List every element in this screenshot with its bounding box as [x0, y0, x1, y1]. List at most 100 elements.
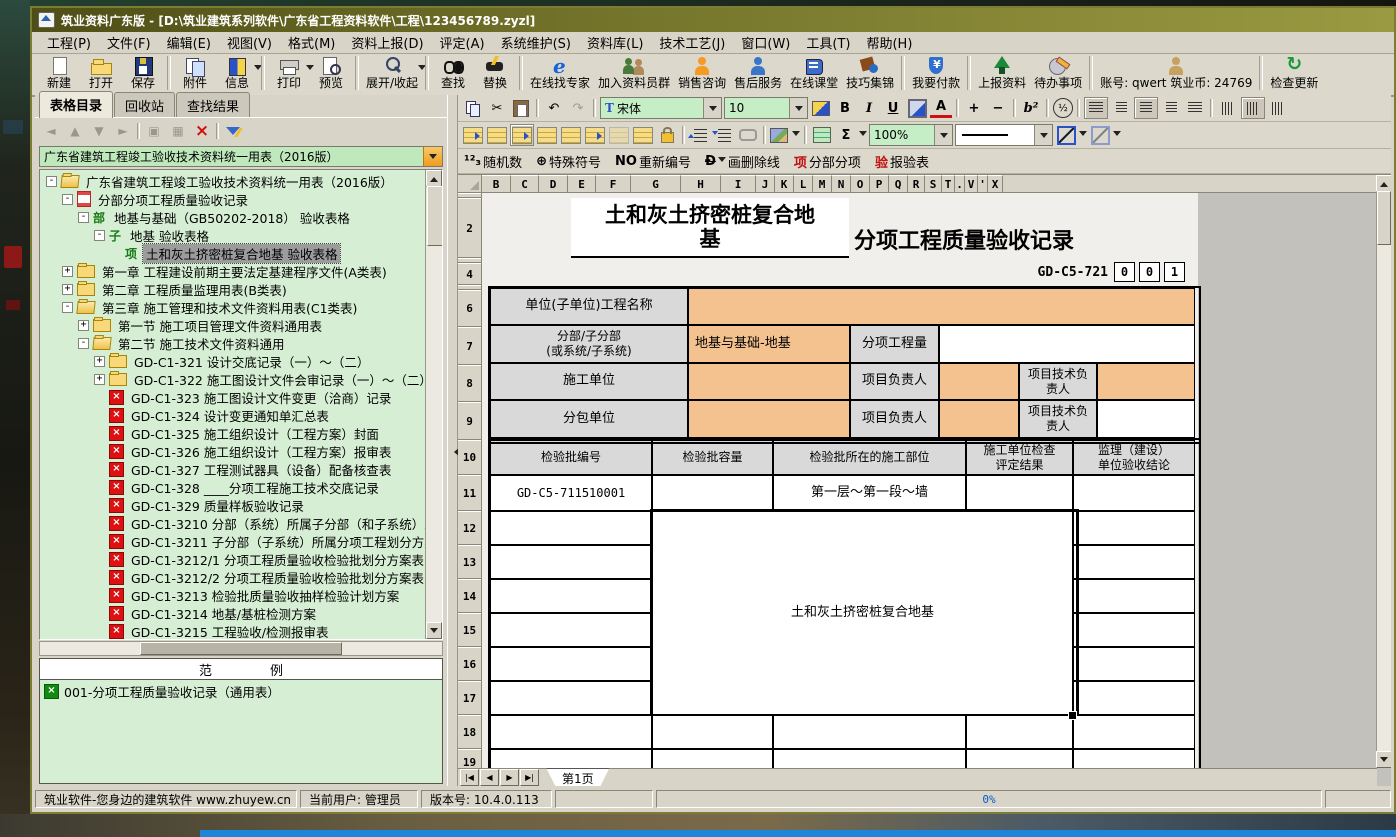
row-header[interactable]: 8: [458, 365, 481, 402]
column-header[interactable]: T: [942, 175, 955, 193]
toolbar-button[interactable]: 待办事项: [1030, 55, 1086, 90]
column-header[interactable]: P: [870, 175, 889, 193]
delete-row-button[interactable]: [584, 125, 606, 145]
menu-item[interactable]: 工具(T): [799, 31, 857, 54]
diagonal-border2-button[interactable]: [1089, 125, 1111, 145]
special-tool-button[interactable]: ¹²₃ 随机数: [462, 151, 532, 171]
code-digit-box[interactable]: 0: [1139, 262, 1160, 282]
panel-splitter[interactable]: [447, 95, 458, 786]
left-panel-tab[interactable]: 查找结果: [176, 92, 250, 117]
bold-button[interactable]: B: [834, 98, 856, 118]
last-sheet-button[interactable]: ▶|: [520, 769, 539, 786]
cell[interactable]: [490, 613, 652, 647]
delete-button[interactable]: ×: [192, 122, 212, 140]
column-header[interactable]: C: [511, 175, 539, 193]
align-top-button[interactable]: [1084, 97, 1108, 119]
cell-subdivision-label[interactable]: 分部/子分部 (或系统/子系统): [490, 325, 688, 363]
tree-item[interactable]: × GD-C1-3215 工程验收/检测报审表: [40, 622, 426, 639]
tree-item[interactable]: - 部 地基与基础（GB50202-2018） 验收表格: [40, 208, 426, 226]
toolbar-button[interactable]: 我要付款: [908, 55, 964, 90]
tree-hscrollbar[interactable]: [39, 641, 443, 656]
tree-item[interactable]: × GD-C1-3212/2 分项工程质量验收检验批划分方案表(通用: [40, 568, 426, 586]
tree-item[interactable]: + 第二章 工程质量监理用表(B类表): [40, 280, 426, 298]
menu-item[interactable]: 系统维护(S): [494, 31, 578, 54]
tree-item[interactable]: × GD-C1-3214 地基/基桩检测方案: [40, 604, 426, 622]
fraction-button[interactable]: ½: [1053, 98, 1073, 118]
cell[interactable]: [1073, 613, 1195, 647]
column-header[interactable]: Q: [889, 175, 908, 193]
cell[interactable]: [490, 647, 652, 681]
cell-contractor-label[interactable]: 施工单位: [490, 363, 688, 400]
select-all-corner[interactable]: [458, 175, 482, 193]
insert-image-button[interactable]: [770, 125, 800, 145]
tree-item[interactable]: × GD-C1-3212/1 分项工程质量验收检验批划分方案表(通用: [40, 550, 426, 568]
paste-icon[interactable]: ▦: [168, 122, 188, 140]
titlebar[interactable]: 筑业资料广东版 - [D:\筑业建筑系列软件\广东省工程资料软件\工程\1234…: [32, 8, 1394, 32]
cell[interactable]: [1073, 749, 1195, 768]
move-up-button[interactable]: ▲: [65, 122, 85, 140]
toolbar-button[interactable]: [261, 56, 265, 90]
move-down-button[interactable]: ▼: [89, 122, 109, 140]
tree-item[interactable]: × GD-C1-324 设计变更通知单汇总表: [40, 406, 426, 424]
column-header[interactable]: G: [631, 175, 681, 193]
tree-item[interactable]: - 广东省建筑工程竣工验收技术资料统一用表（2016版）: [40, 172, 426, 190]
align-right-button[interactable]: [1160, 98, 1182, 118]
cell[interactable]: [1073, 511, 1195, 545]
row-header[interactable]: 4: [458, 263, 481, 285]
toolbar-button[interactable]: 展开/收起: [362, 55, 422, 90]
tree-expander-icon[interactable]: -: [62, 302, 73, 313]
cell-batch-capacity-header[interactable]: 检验批容量: [652, 440, 773, 475]
column-header[interactable]: K: [775, 175, 794, 193]
cell[interactable]: [490, 511, 652, 545]
cell[interactable]: [490, 545, 652, 579]
nav-forward-button[interactable]: ►: [113, 122, 133, 140]
column-header[interactable]: .: [955, 175, 965, 193]
cell-batch-location-header[interactable]: 检验批所在的施工部位: [773, 440, 966, 475]
tree-item[interactable]: × GD-C1-328 ____分项工程施工技术交底记录: [40, 478, 426, 496]
tree-item[interactable]: - 第三章 施工管理和技术文件资料用表(C1类表): [40, 298, 426, 316]
column-header[interactable]: N: [832, 175, 851, 193]
superscript-button[interactable]: b²: [1020, 98, 1042, 118]
cell-batch-no-header[interactable]: 检验批编号: [490, 440, 652, 475]
menu-item[interactable]: 视图(V): [220, 31, 279, 54]
tree-item[interactable]: - 子 地基 验收表格: [40, 226, 426, 244]
cell-contractor-result-value[interactable]: [966, 475, 1073, 511]
align-center-button[interactable]: [1134, 97, 1158, 119]
toolbar-button[interactable]: [1259, 56, 1263, 90]
cell-subcontractor-label[interactable]: 分包单位: [490, 400, 688, 438]
tree-item[interactable]: × GD-C1-323 施工图设计文件变更（洽商）记录: [40, 388, 426, 406]
row-header[interactable]: 11: [458, 475, 481, 511]
chevron-down-icon[interactable]: [1113, 131, 1121, 140]
underline-button[interactable]: U: [882, 98, 904, 118]
tree-item[interactable]: × GD-C1-3211 子分部（子系统）所属分项工程划分方案: [40, 532, 426, 550]
selection-handle[interactable]: [1068, 711, 1077, 720]
scroll-down-button[interactable]: [426, 622, 442, 639]
toolbar-button[interactable]: 在线课堂: [786, 55, 842, 90]
tree-item[interactable]: - 第二节 施工技术文件资料通用: [40, 334, 426, 352]
undo-button[interactable]: ↶: [543, 98, 565, 118]
scrollbar-thumb[interactable]: [140, 642, 342, 655]
dropdown-button[interactable]: [1034, 125, 1052, 145]
row-spacing-increase-button[interactable]: [689, 125, 711, 145]
cell-batch-no-value[interactable]: GD-C5-711510001: [490, 475, 652, 511]
column-header[interactable]: V: [965, 175, 978, 193]
lock-cell-button[interactable]: [656, 125, 678, 145]
toolbar-button[interactable]: 账号: qwert 筑业币: 24769: [1096, 55, 1256, 90]
toolbar-button[interactable]: [519, 56, 523, 90]
cell-tech-lead2-label[interactable]: 项目技术负 责人: [1019, 400, 1097, 438]
toolbar-button[interactable]: 新建: [38, 55, 80, 90]
cell-format-button[interactable]: [811, 125, 833, 145]
tree-expander-icon[interactable]: +: [94, 356, 105, 367]
left-panel-tab[interactable]: 表格目录: [39, 91, 113, 118]
cell-tech-lead-label[interactable]: 项目技术负 责人: [1019, 363, 1097, 400]
cell-contractor-result-header[interactable]: 施工单位检查 评定结果: [966, 440, 1073, 475]
toolbar-button[interactable]: 技巧集锦: [842, 55, 898, 90]
menu-item[interactable]: 格式(M): [281, 31, 342, 54]
left-panel-tab[interactable]: 回收站: [114, 92, 175, 117]
sheet-tab[interactable]: 第1页: [546, 768, 610, 787]
tree-expander-icon[interactable]: -: [62, 194, 73, 205]
tree-item[interactable]: 项 土和灰土挤密桩复合地基 验收表格: [40, 244, 426, 262]
menu-item[interactable]: 技术工艺(J): [652, 31, 732, 54]
cell-pm2-label[interactable]: 项目负责人: [850, 400, 939, 438]
special-tool-button[interactable]: 验 报验表: [873, 151, 939, 171]
